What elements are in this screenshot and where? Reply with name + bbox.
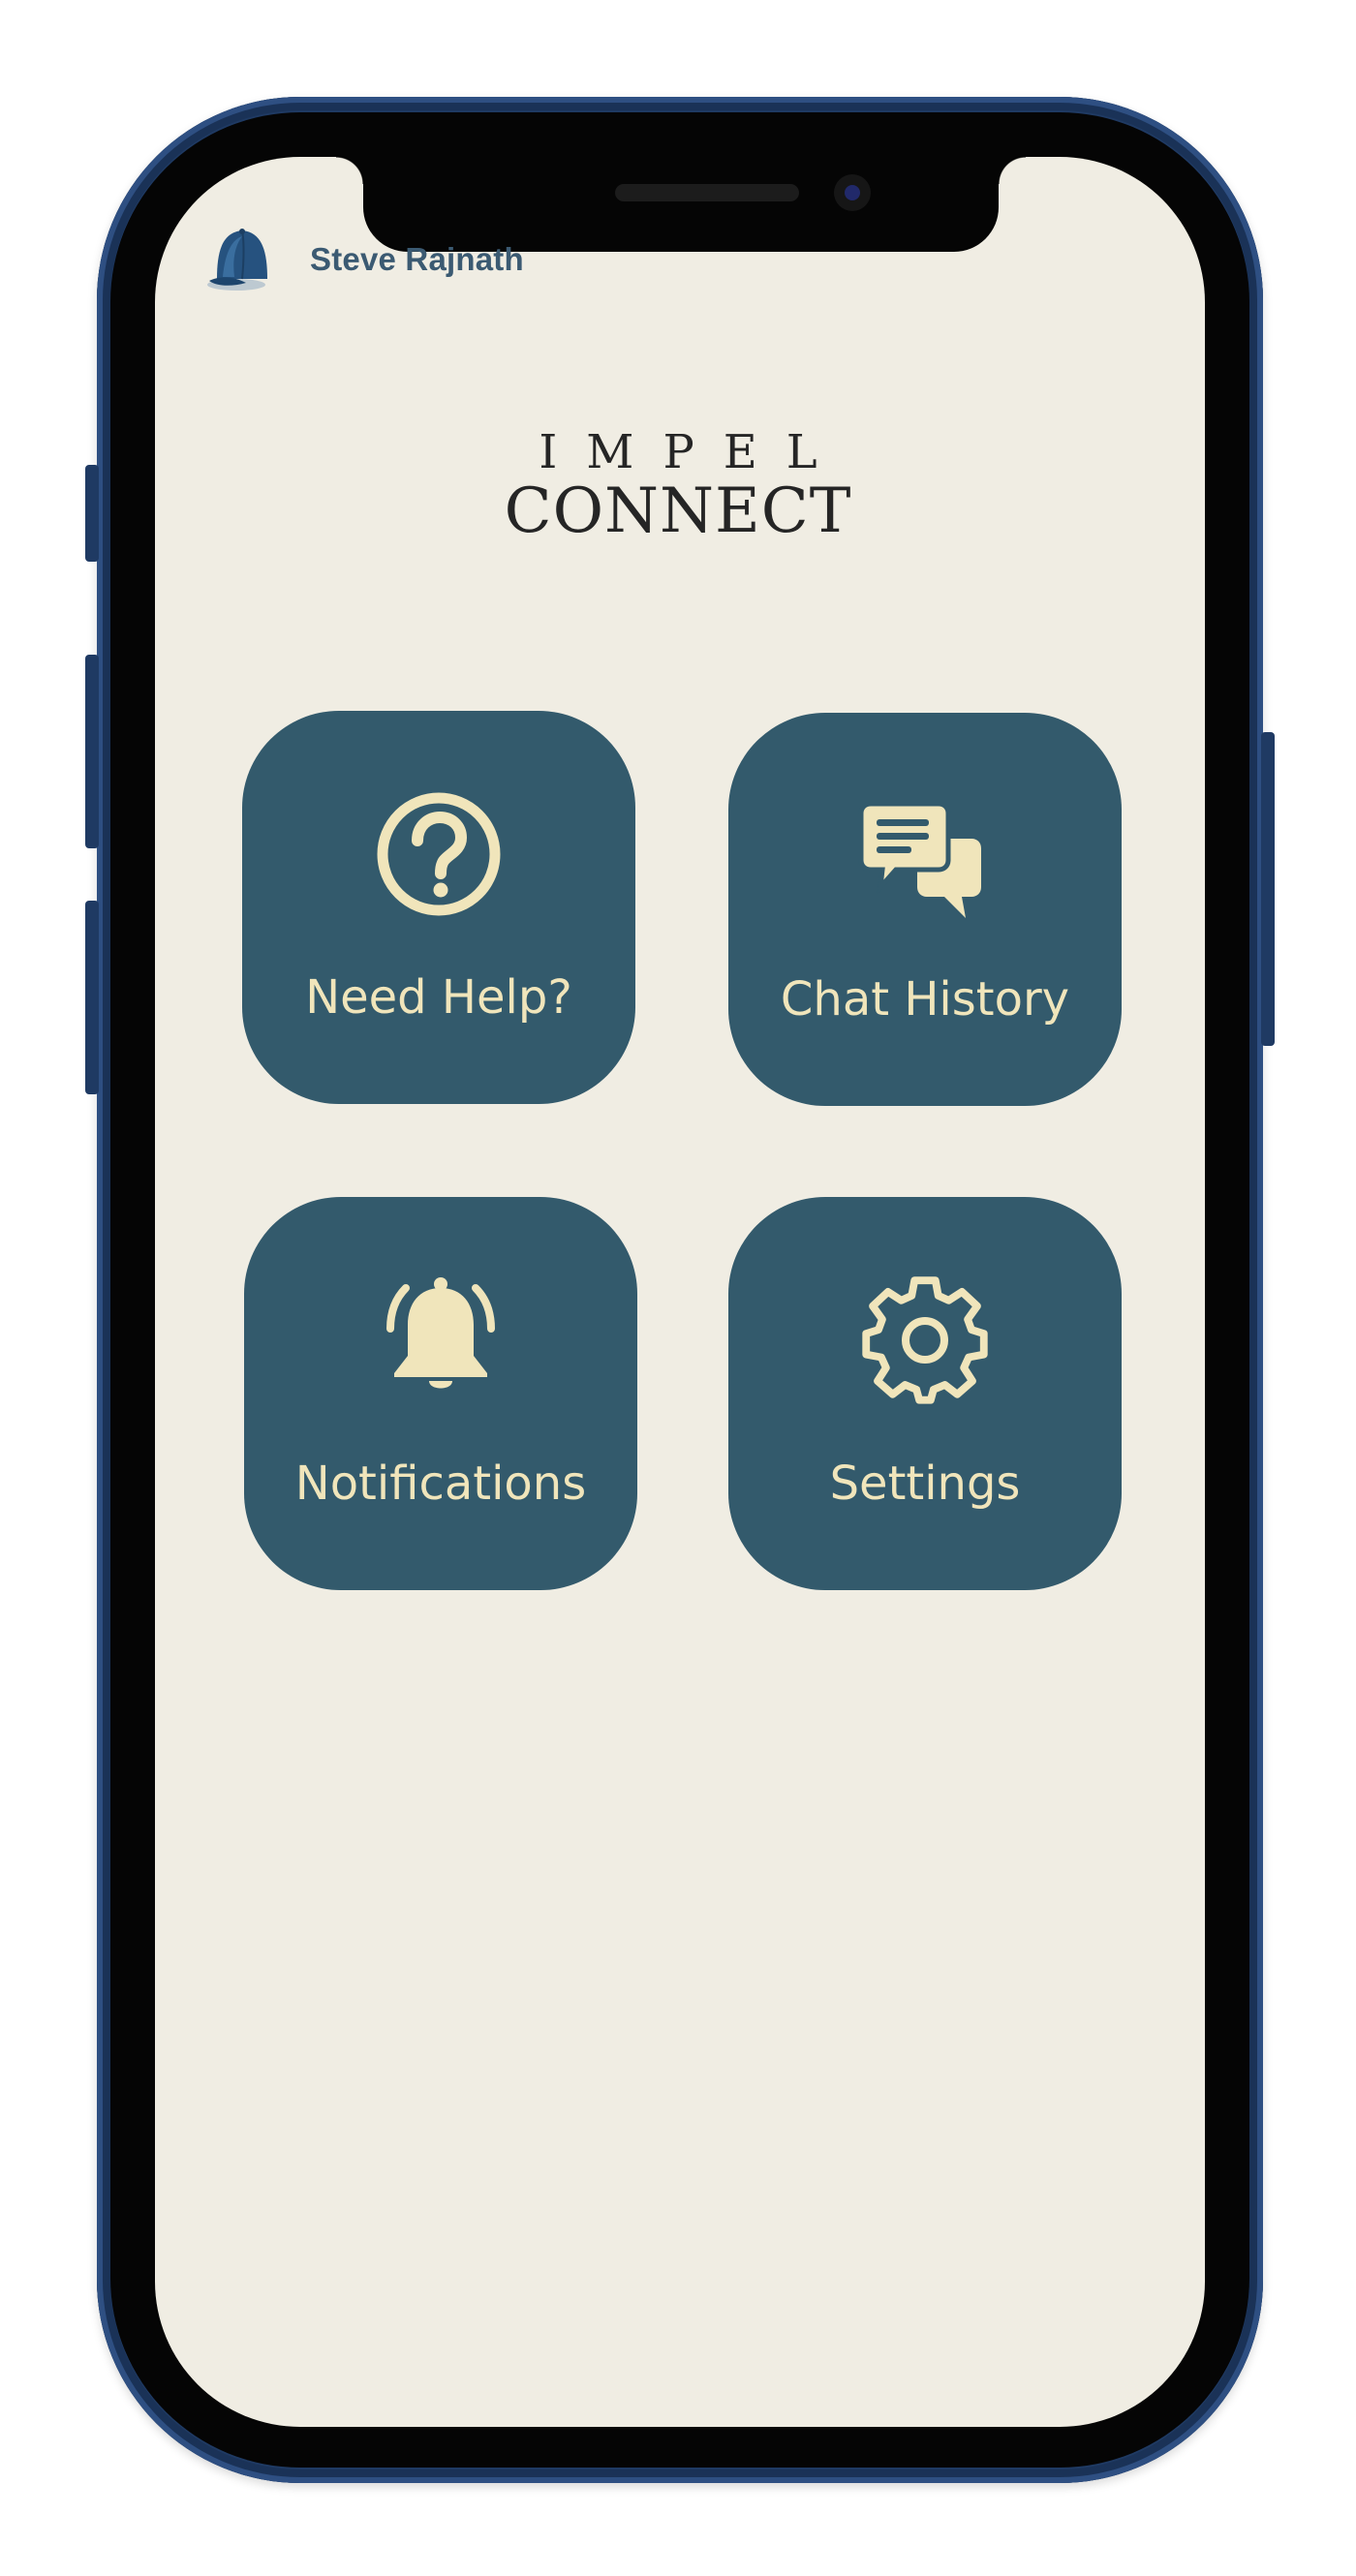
user-name: Steve Rajnath	[310, 241, 524, 277]
settings-tile[interactable]: Settings	[728, 1197, 1122, 1590]
need-help-tile[interactable]: Need Help?	[242, 711, 635, 1104]
power-button	[1261, 732, 1275, 1046]
notifications-tile[interactable]: Notifications	[244, 1197, 637, 1590]
gear-icon	[857, 1273, 993, 1408]
earpiece-speaker	[615, 184, 799, 201]
settings-label: Settings	[829, 1457, 1021, 1511]
user-profile[interactable]: Steve Rajnath	[203, 221, 524, 298]
volume-down-button	[85, 901, 99, 1094]
front-camera	[834, 174, 871, 211]
chat-history-label: Chat History	[780, 972, 1070, 1027]
mute-switch	[85, 465, 99, 562]
chat-history-tile[interactable]: Chat History	[728, 713, 1122, 1106]
baseball-cap-icon[interactable]	[203, 221, 281, 298]
need-help-label: Need Help?	[305, 970, 572, 1025]
chat-bubbles-icon	[857, 788, 993, 924]
volume-up-button	[85, 655, 99, 848]
question-circle-icon	[371, 786, 507, 922]
impel-connect-logo: IMPEL CONNECT	[484, 426, 872, 552]
logo-line-1: IMPEL	[539, 425, 847, 479]
logo-line-2: CONNECT	[504, 475, 852, 547]
bell-icon	[373, 1273, 508, 1408]
notifications-label: Notifications	[294, 1457, 587, 1511]
app-stage: Steve Rajnath IMPEL CONNECT Need Help? C…	[0, 0, 1356, 2576]
